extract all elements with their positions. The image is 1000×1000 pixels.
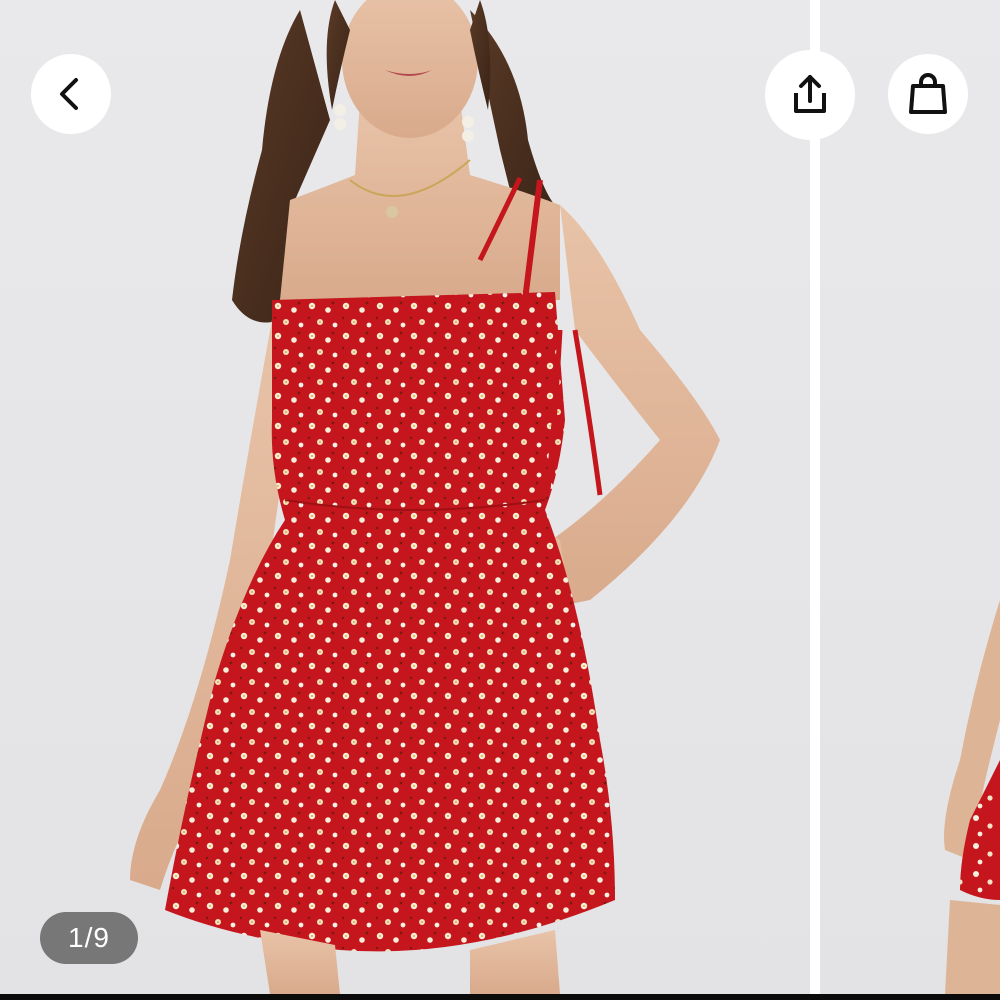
shopping-bag-icon: [904, 70, 952, 118]
chevron-left-icon: [51, 74, 91, 114]
product-image-carousel[interactable]: 1/9: [0, 0, 1000, 1000]
product-image-slide-1[interactable]: [0, 0, 810, 994]
shopping-bag-button[interactable]: [888, 54, 968, 134]
image-counter-text: 1/9: [68, 922, 110, 953]
product-photo: [130, 0, 720, 994]
image-counter: 1/9: [40, 912, 138, 964]
product-photo-next: [944, 600, 1000, 994]
product-image-slide-2[interactable]: [820, 0, 1000, 994]
back-button[interactable]: [31, 54, 111, 134]
share-icon: [786, 71, 834, 119]
share-button[interactable]: [765, 50, 855, 140]
bottom-edge-bar: [0, 994, 1000, 1000]
